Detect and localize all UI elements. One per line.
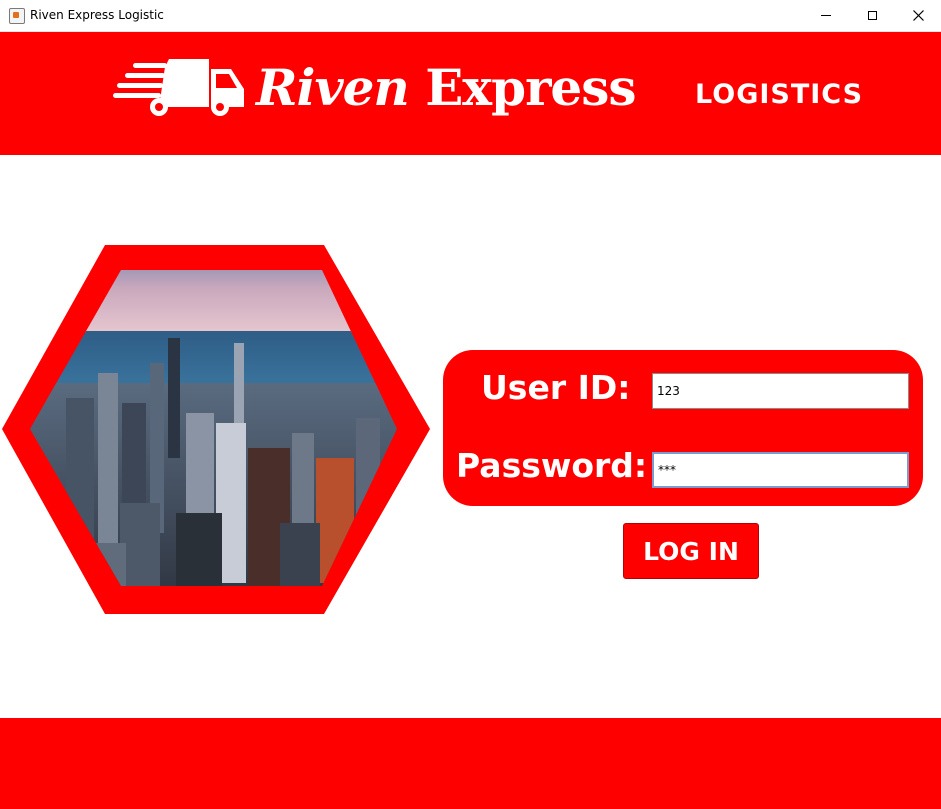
footer-banner: [0, 718, 941, 809]
brand-subtitle: LOGISTICS: [695, 79, 864, 110]
header-banner: Riven Express LOGISTICS: [0, 32, 941, 155]
close-button[interactable]: [895, 0, 941, 31]
login-button[interactable]: LOG IN: [623, 523, 759, 579]
user-id-label: User ID:: [481, 368, 631, 407]
password-label: Password:: [456, 446, 648, 485]
minimize-button[interactable]: [803, 0, 849, 31]
window-titlebar: Riven Express Logistic: [0, 0, 941, 32]
login-panel: User ID: Password:: [443, 350, 923, 506]
java-app-icon: [9, 8, 25, 24]
close-icon: [912, 10, 924, 21]
brand-name-express: Express: [425, 58, 636, 117]
maximize-icon: [867, 11, 877, 20]
city-hexagon-image: [2, 245, 430, 614]
password-input[interactable]: [652, 452, 909, 488]
user-id-input[interactable]: [652, 373, 909, 409]
minimize-icon: [821, 15, 831, 16]
delivery-truck-icon: [113, 59, 244, 116]
maximize-button[interactable]: [849, 0, 895, 31]
brand-name-riven: Riven: [256, 58, 410, 117]
window-title: Riven Express Logistic: [30, 8, 164, 22]
brand-name: Riven Express: [256, 58, 637, 117]
